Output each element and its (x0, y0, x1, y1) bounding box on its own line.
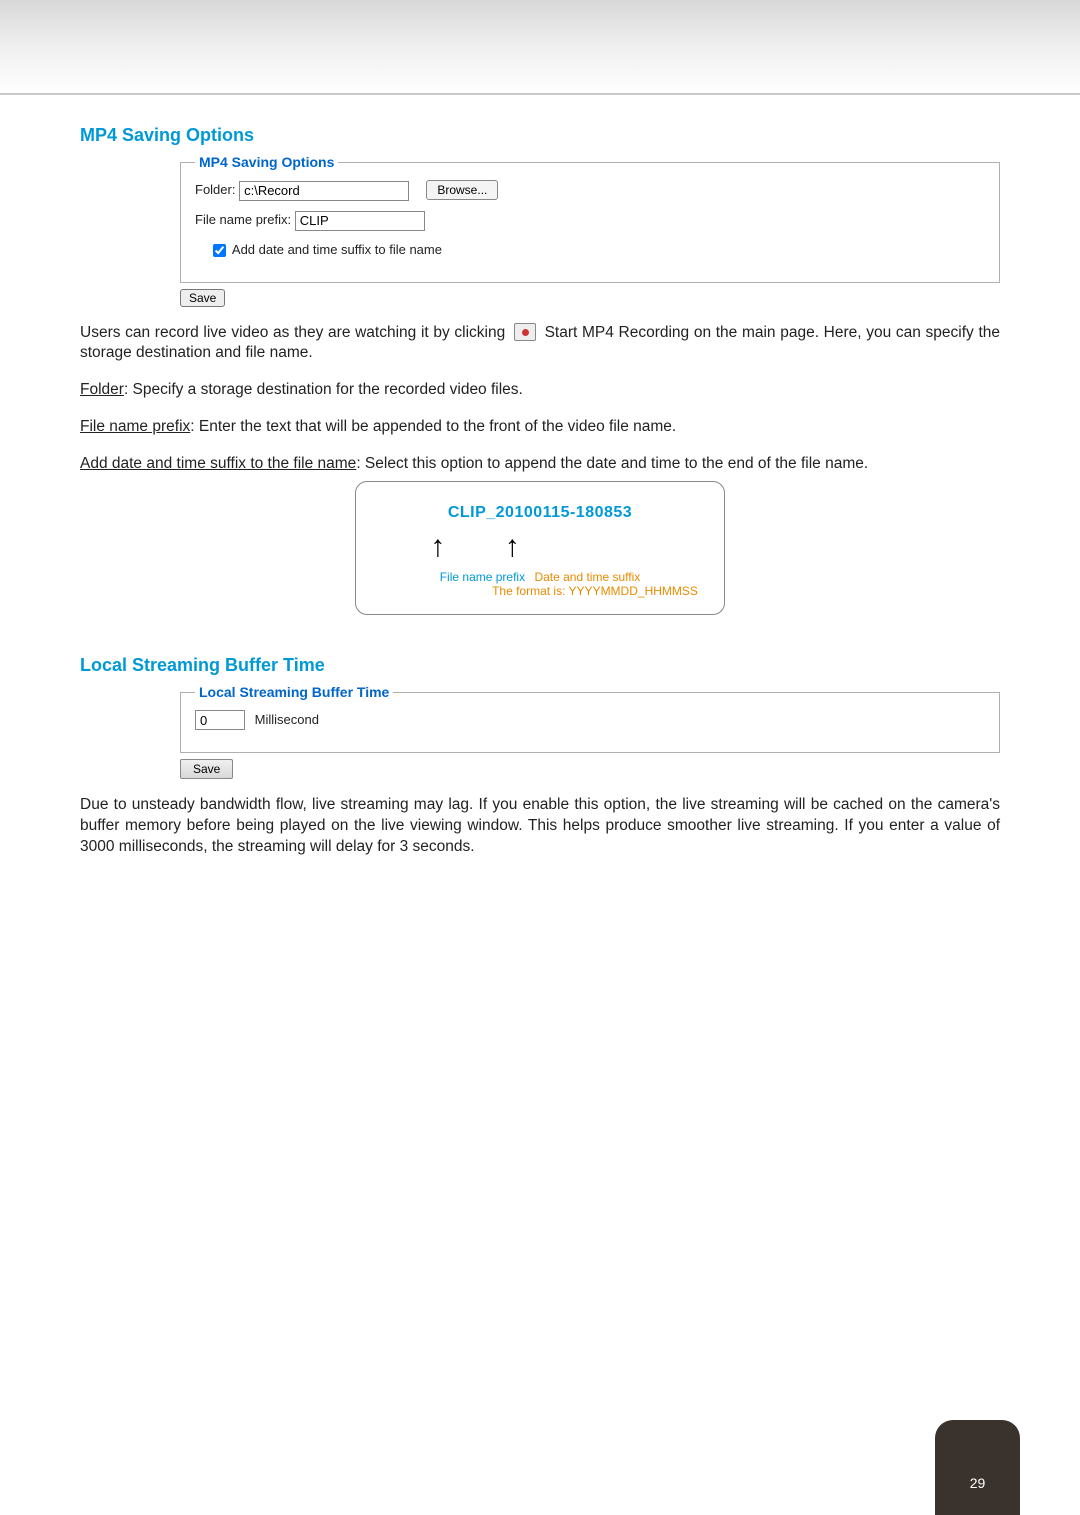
caption-format: The format is: YYYYMMDD_HHMMSS (492, 584, 698, 598)
caption-suffix: Date and time suffix (534, 570, 640, 584)
mp4-legend: MP4 Saving Options (195, 154, 338, 170)
buffer-row: Millisecond (195, 710, 985, 730)
folder-label: Folder: (195, 182, 235, 197)
desc-prefix: File name prefix: Enter the text that wi… (80, 417, 1000, 438)
desc-buffer: Due to unsteady bandwidth flow, live str… (80, 795, 1000, 858)
prefix-input[interactable] (295, 211, 425, 231)
record-icon (514, 323, 536, 341)
desc-folder-u: Folder (80, 381, 124, 398)
buffer-input[interactable] (195, 710, 245, 730)
prefix-label: File name prefix: (195, 212, 291, 227)
folder-row: Folder: Browse... (195, 180, 985, 201)
example-filename: CLIP_20100115-180853 (374, 504, 706, 522)
buffer-legend: Local Streaming Buffer Time (195, 684, 393, 700)
desc-recording: Users can record live video as they are … (80, 323, 1000, 365)
desc-suffix: Add date and time suffix to the file nam… (80, 454, 1000, 475)
buffer-unit: Millisecond (255, 712, 319, 727)
arrow-row: ↑ ↑ (374, 532, 706, 562)
suffix-checkbox-label: Add date and time suffix to file name (232, 242, 442, 257)
desc-folder-rest: : Specify a storage destination for the … (124, 381, 523, 398)
page-content: MP4 Saving Options MP4 Saving Options Fo… (0, 95, 1080, 858)
page-number: 29 (970, 1475, 986, 1491)
prefix-row: File name prefix: (195, 211, 985, 231)
desc-prefix-u: File name prefix (80, 418, 190, 435)
mp4-save-button[interactable]: Save (180, 289, 225, 307)
page-number-tab: 29 (935, 1420, 1020, 1515)
filename-example-box: CLIP_20100115-180853 ↑ ↑ File name prefi… (355, 481, 725, 615)
buffer-heading: Local Streaming Buffer Time (80, 655, 1000, 676)
caption-prefix: File name prefix (440, 570, 525, 584)
folder-input[interactable] (239, 181, 409, 201)
desc-suffix-rest: : Select this option to append the date … (356, 455, 868, 472)
desc-recording-pre: Users can record live video as they are … (80, 324, 510, 341)
arrow-up-icon: ↑ (430, 532, 445, 562)
mp4-fieldset: MP4 Saving Options Folder: Browse... Fil… (180, 154, 1000, 283)
page-header-band (0, 0, 1080, 95)
caption-row: File name prefix Date and time suffix Th… (374, 570, 706, 598)
desc-prefix-rest: : Enter the text that will be appended t… (190, 418, 676, 435)
buffer-fieldset: Local Streaming Buffer Time Millisecond (180, 684, 1000, 753)
desc-suffix-u: Add date and time suffix to the file nam… (80, 455, 356, 472)
suffix-checkbox[interactable] (213, 244, 226, 257)
arrow-up-icon: ↑ (505, 532, 520, 562)
browse-button[interactable]: Browse... (426, 180, 498, 200)
mp4-heading: MP4 Saving Options (80, 125, 1000, 146)
suffix-row: Add date and time suffix to file name (195, 241, 985, 260)
desc-folder: Folder: Specify a storage destination fo… (80, 380, 1000, 401)
buffer-save-button[interactable]: Save (180, 759, 233, 779)
